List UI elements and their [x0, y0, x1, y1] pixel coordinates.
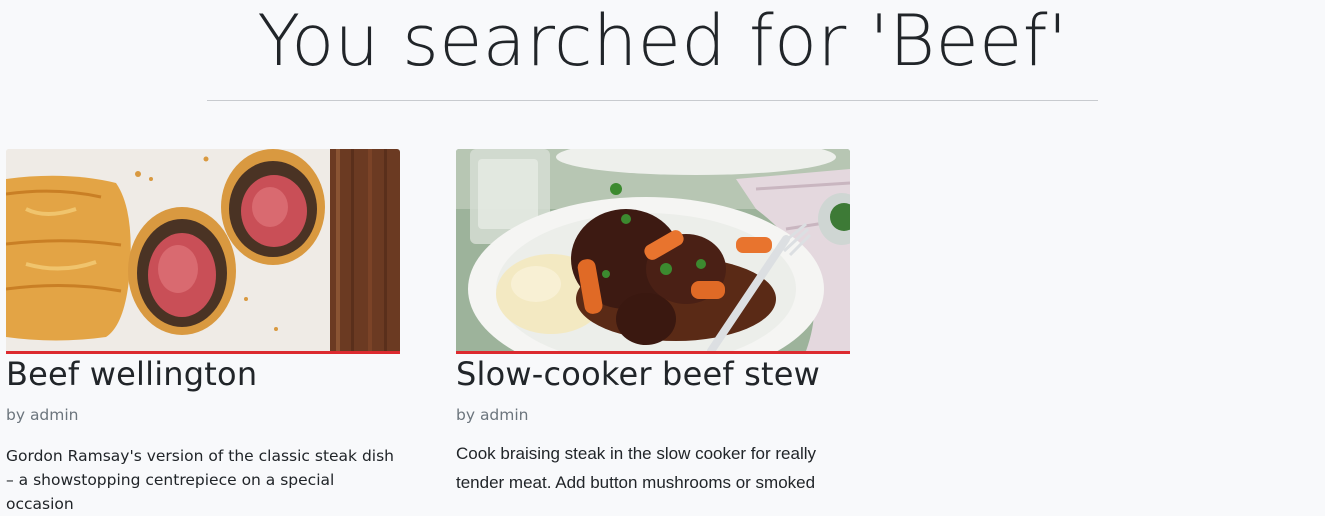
- beef-stew-photo: [456, 149, 850, 351]
- title-divider: [207, 100, 1098, 101]
- recipe-title[interactable]: Beef wellington: [6, 355, 400, 393]
- recipe-card[interactable]: Slow-cooker beef stew by admin Cook brai…: [456, 149, 850, 497]
- recipe-title[interactable]: Slow-cooker beef stew: [456, 355, 850, 393]
- recipe-author: by admin: [456, 406, 529, 424]
- recipe-image-beef-stew[interactable]: [456, 149, 850, 351]
- beef-wellington-photo: [6, 149, 400, 351]
- card-accent-bar: [6, 351, 400, 354]
- card-accent-bar: [456, 351, 850, 354]
- recipe-author: by admin: [6, 406, 79, 424]
- page-title: You searched for 'Beef': [257, 0, 1068, 82]
- recipe-description: Gordon Ramsay's version of the classic s…: [6, 447, 394, 513]
- recipe-description: Cook braising steak in the slow cooker f…: [456, 444, 816, 492]
- recipe-card[interactable]: Beef wellington by admin Gordon Ramsay's…: [6, 149, 400, 516]
- recipe-image-beef-wellington[interactable]: [6, 149, 400, 351]
